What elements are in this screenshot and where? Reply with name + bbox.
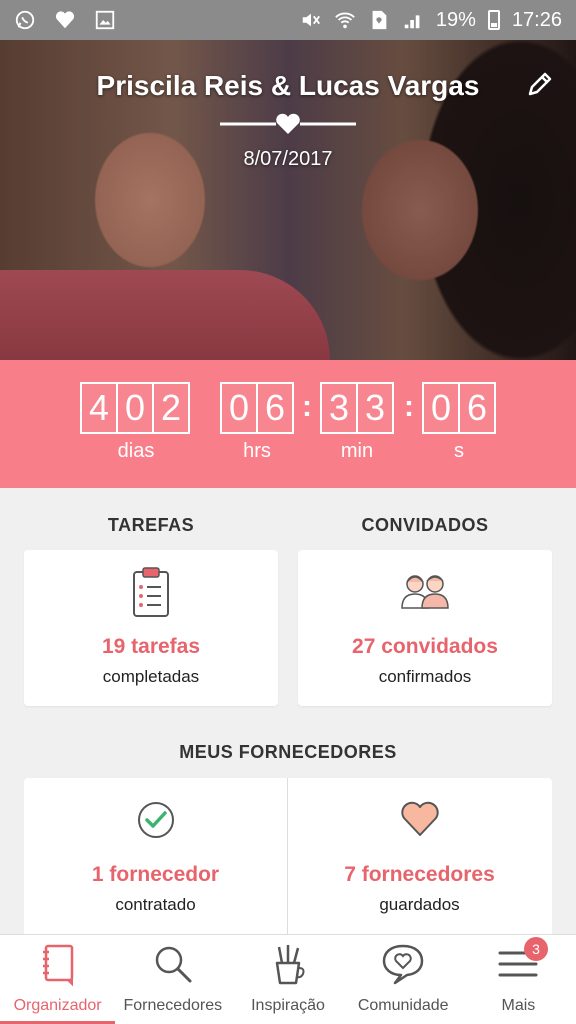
digit: 3 bbox=[320, 382, 358, 434]
hours-label: hrs bbox=[243, 440, 271, 462]
minutes-label: min bbox=[340, 440, 374, 462]
countdown-seconds: 0 6 bbox=[422, 382, 496, 434]
nav-label: Mais bbox=[501, 997, 536, 1014]
nav-inspiracao[interactable]: Inspiração bbox=[230, 935, 345, 1024]
app-screen: 19% 17:26 Priscila Reis & Lucas Vargas 8… bbox=[0, 0, 576, 1024]
heart-divider bbox=[220, 112, 356, 136]
clock: 17:26 bbox=[511, 8, 562, 31]
hired-count: 1 fornecedor bbox=[91, 863, 220, 886]
notification-badge: 3 bbox=[524, 937, 549, 961]
countdown-panel: 4 0 2 0 6 : 3 3 : 0 6 dias hrs min s bbox=[0, 360, 576, 488]
heart-outline-icon bbox=[399, 800, 441, 843]
seconds-label: s bbox=[454, 440, 464, 462]
wedding-date: 8/07/2017 bbox=[243, 148, 333, 170]
colon-separator: : bbox=[302, 390, 312, 423]
wifi-icon bbox=[334, 9, 356, 31]
notebook-icon bbox=[42, 944, 73, 987]
nav-fornecedores[interactable]: Fornecedores bbox=[115, 935, 230, 1024]
countdown-days: 4 0 2 bbox=[80, 382, 190, 434]
sim-icon bbox=[368, 9, 390, 31]
check-circle-icon bbox=[136, 800, 176, 845]
image-icon bbox=[94, 9, 116, 31]
tasks-title: TAREFAS bbox=[107, 515, 195, 535]
status-bar: 19% 17:26 bbox=[0, 0, 576, 40]
guests-sub: confirmados bbox=[378, 667, 472, 686]
mute-icon bbox=[300, 9, 322, 31]
digit: 4 bbox=[80, 382, 118, 434]
guests-title: CONVIDADOS bbox=[361, 515, 489, 535]
couple-name: Priscila Reis & Lucas Vargas bbox=[96, 70, 480, 101]
digit: 2 bbox=[152, 382, 190, 434]
days-label: dias bbox=[117, 440, 155, 462]
digit: 0 bbox=[220, 382, 258, 434]
nav-label: Inspiração bbox=[251, 997, 325, 1014]
battery-percentage: 19% bbox=[435, 8, 476, 31]
tasks-card[interactable]: 19 tarefas completadas bbox=[24, 550, 278, 706]
guests-count: 27 convidados bbox=[352, 635, 498, 658]
whatsapp-icon bbox=[14, 9, 36, 31]
clipboard-icon bbox=[131, 566, 171, 623]
digit: 0 bbox=[116, 382, 154, 434]
signal-icon bbox=[402, 9, 424, 31]
digit: 0 bbox=[422, 382, 460, 434]
tasks-count: 19 tarefas bbox=[101, 635, 201, 658]
nav-organizador[interactable]: Organizador bbox=[0, 935, 116, 1024]
digit: 3 bbox=[356, 382, 394, 434]
digit: 6 bbox=[256, 382, 294, 434]
saved-sub: guardados bbox=[379, 895, 460, 914]
saved-vendors[interactable]: 7 fornecedores guardados bbox=[288, 778, 551, 936]
nav-label: Fornecedores bbox=[123, 997, 223, 1014]
guests-icon bbox=[398, 572, 452, 615]
nav-mais[interactable]: Mais 3 bbox=[461, 935, 576, 1024]
countdown-minutes: 3 3 bbox=[320, 382, 394, 434]
nav-label: Organizador bbox=[13, 997, 102, 1014]
heart-icon bbox=[54, 9, 76, 31]
vendors-card: 1 fornecedor contratado 7 fornecedores g… bbox=[24, 778, 552, 936]
brush-cup-icon bbox=[275, 945, 305, 985]
nav-comunidade[interactable]: Comunidade bbox=[346, 935, 461, 1024]
vendors-title: MEUS FORNECEDORES bbox=[179, 742, 397, 762]
edit-pencil-icon[interactable] bbox=[524, 68, 556, 100]
couple-photo[interactable]: Priscila Reis & Lucas Vargas 8/07/2017 bbox=[0, 40, 576, 360]
chat-heart-icon bbox=[382, 944, 424, 985]
tasks-sub: completadas bbox=[102, 667, 200, 686]
battery-icon bbox=[487, 10, 500, 30]
nav-label: Comunidade bbox=[357, 997, 449, 1014]
bottom-navigation: Organizador Fornecedores Inspiração Comu… bbox=[0, 934, 576, 1024]
guests-card[interactable]: 27 convidados confirmados bbox=[298, 550, 552, 706]
countdown-hours: 0 6 bbox=[220, 382, 294, 434]
digit: 6 bbox=[458, 382, 496, 434]
hired-vendors[interactable]: 1 fornecedor contratado bbox=[24, 778, 287, 936]
colon-separator: : bbox=[404, 390, 414, 423]
hired-sub: contratado bbox=[115, 895, 196, 914]
search-icon bbox=[155, 946, 192, 983]
saved-count: 7 fornecedores bbox=[344, 863, 495, 886]
